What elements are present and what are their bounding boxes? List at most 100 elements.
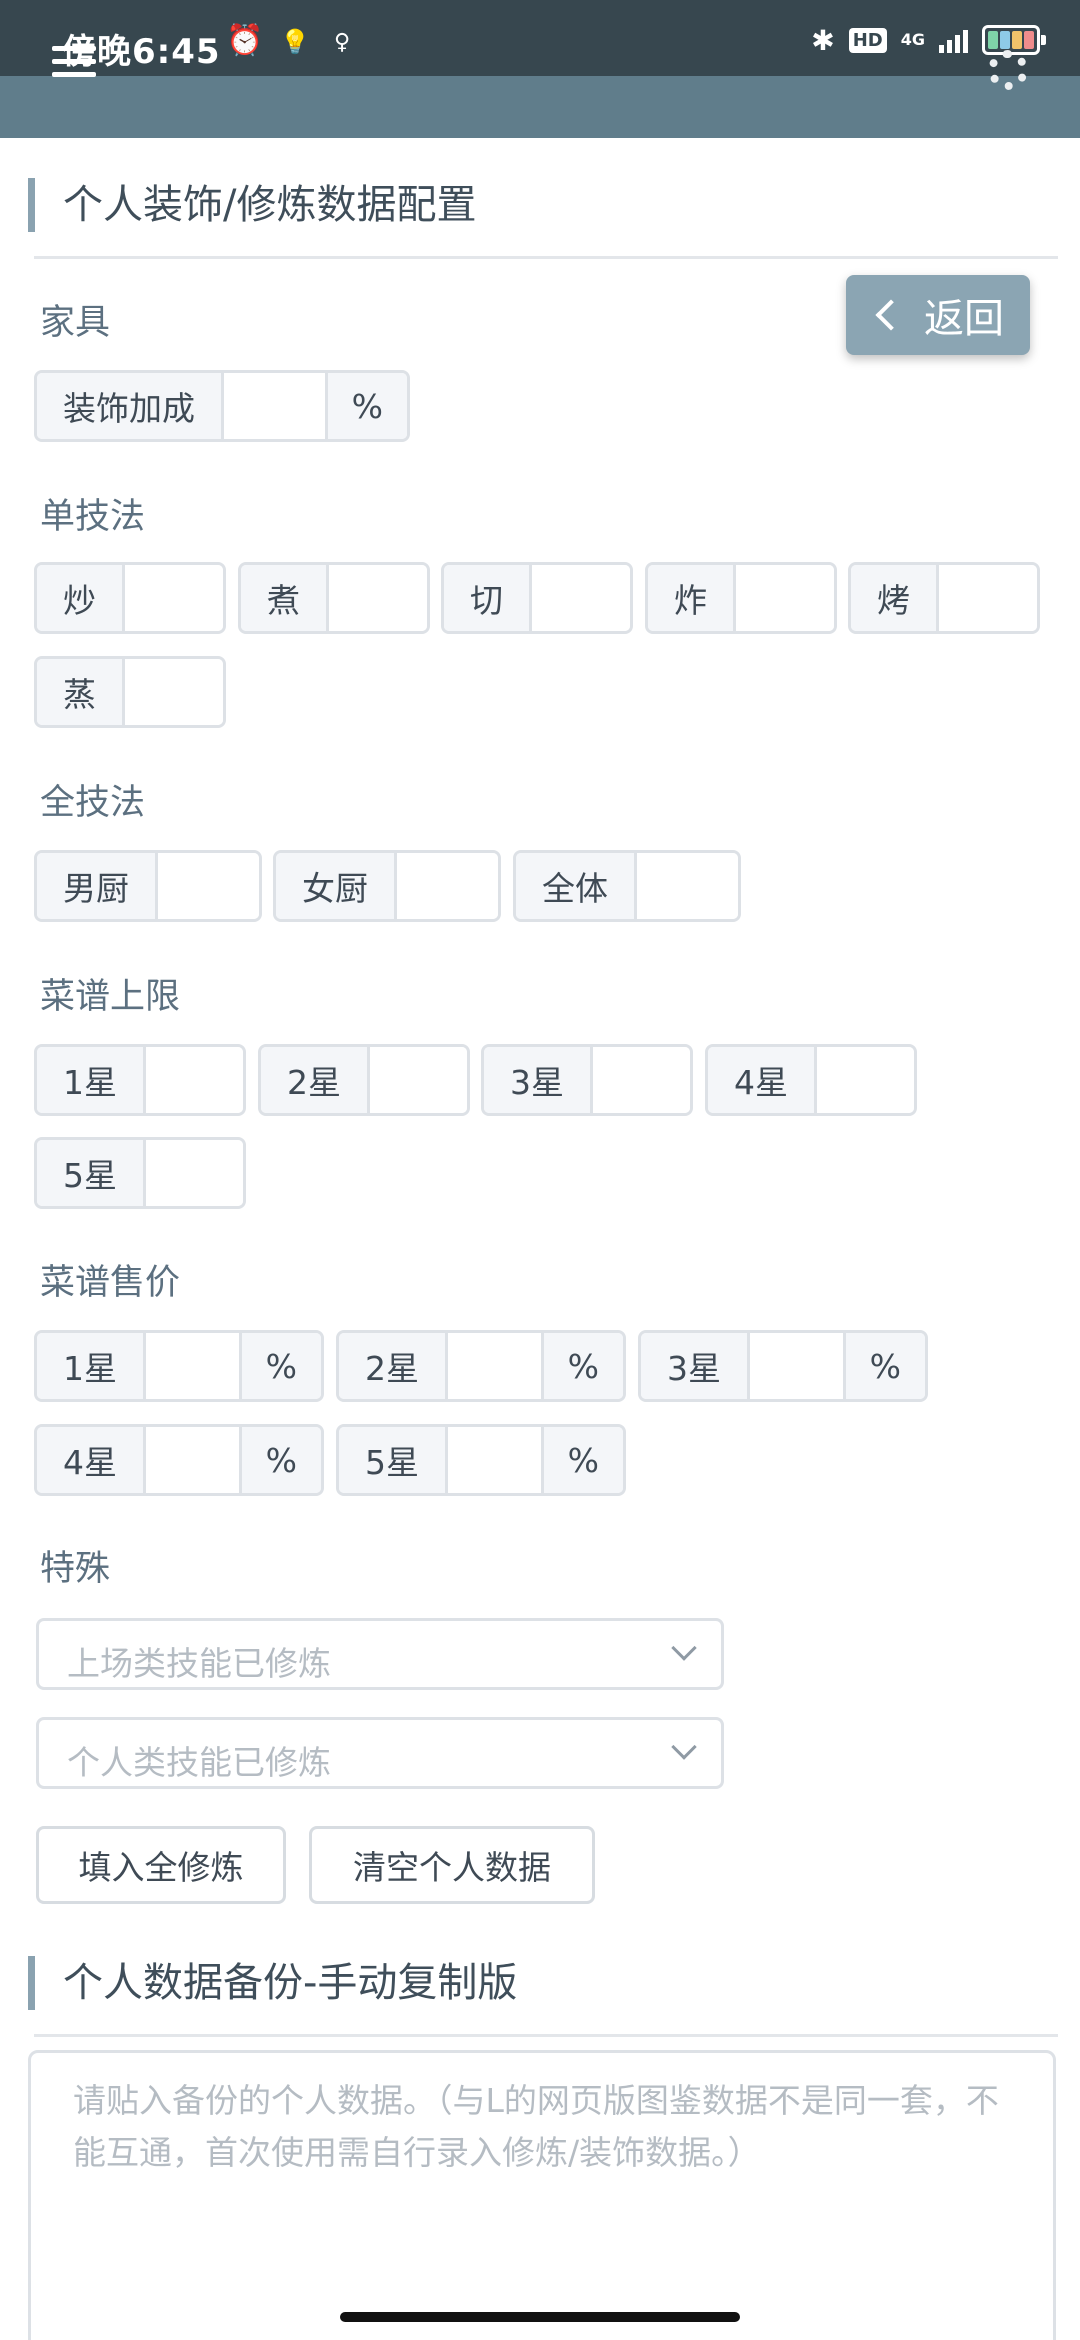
signal-icon [939,27,968,53]
addon-label: 全体 [516,853,637,919]
select-personal-skills[interactable]: 个人类技能已修炼 [36,1717,724,1789]
price-3star-input[interactable] [750,1333,843,1399]
addon-label: 2星 [339,1333,448,1399]
label-all-skill: 全技法 [40,783,146,823]
input-group-deep-fry: 炸 [645,562,837,634]
network-type: 4G [900,30,925,49]
addon-label: 炸 [648,565,736,631]
addon-label: 女厨 [276,853,397,919]
label-single-skill: 单技法 [40,497,146,537]
roast-input[interactable] [939,565,1037,631]
price-1star-input[interactable] [146,1333,239,1399]
hd-badge: HD [848,27,887,53]
limit-5star-input[interactable] [146,1140,243,1206]
status-bar: 傍晚6:45 ⏰ 💡 ♀ ✱ HD 4G [0,0,1080,76]
input-group-price-2star: 2星 % [336,1330,626,1402]
menu-icon[interactable] [52,46,96,82]
cut-input[interactable] [532,565,630,631]
input-group-decoration-bonus: 装饰加成 % [34,370,410,442]
label-special: 特殊 [40,1549,111,1589]
section-divider [34,256,1058,259]
addon-label: 1星 [37,1047,146,1113]
addon-label: 4星 [708,1047,817,1113]
stir-fry-input[interactable] [125,565,223,631]
input-group-price-5star: 5星 % [336,1424,626,1496]
addon-suffix: % [540,1427,623,1493]
addon-label: 3星 [484,1047,593,1113]
textarea-placeholder: 请贴入备份的个人数据。（与L的网页版图鉴数据不是同一套，不能互通，首次使用需自行… [73,2081,999,2172]
addon-label: 4星 [37,1427,146,1493]
addon-label: 装饰加成 [37,373,224,439]
addon-label: 切 [444,565,532,631]
input-group-price-3star: 3星 % [638,1330,928,1402]
input-group-limit-2star: 2星 [258,1044,470,1116]
select-onstage-skills[interactable]: 上场类技能已修炼 [36,1618,724,1690]
back-button-label: 返回 [924,296,1004,342]
label-recipe-price: 菜谱售价 [40,1263,181,1303]
section-title-backup: 个人数据备份-手动复制版 [28,1956,517,2010]
app-bar [0,46,1080,138]
boil-input[interactable] [329,565,427,631]
input-group-price-1star: 1星 % [34,1330,324,1402]
addon-suffix: % [238,1333,321,1399]
steam-input[interactable] [125,659,223,725]
addon-label: 1星 [37,1333,146,1399]
addon-label: 男厨 [37,853,158,919]
input-group-limit-3star: 3星 [481,1044,693,1116]
addon-suffix: % [324,373,407,439]
fill-all-button[interactable]: 填入全修炼 [36,1826,286,1904]
all-chefs-input[interactable] [637,853,738,919]
price-4star-input[interactable] [146,1427,239,1493]
select-placeholder: 上场类技能已修炼 [67,1644,331,1683]
addon-label: 蒸 [37,659,125,725]
alarm-icon: ⏰ [226,23,264,58]
addon-label: 2星 [261,1047,370,1113]
label-furniture: 家具 [40,303,111,343]
addon-suffix: % [540,1333,623,1399]
addon-label: 5星 [37,1140,146,1206]
input-group-limit-5star: 5星 [34,1137,246,1209]
addon-suffix: % [238,1427,321,1493]
addon-label: 3星 [641,1333,750,1399]
deep-fry-input[interactable] [736,565,834,631]
input-group-male-chef: 男厨 [34,850,262,922]
select-placeholder: 个人类技能已修炼 [67,1743,331,1782]
input-group-boil: 煮 [238,562,430,634]
limit-4star-input[interactable] [817,1047,914,1113]
home-indicator[interactable] [340,2312,740,2322]
input-group-limit-4star: 4星 [705,1044,917,1116]
label-recipe-limit: 菜谱上限 [40,977,181,1017]
limit-2star-input[interactable] [370,1047,467,1113]
addon-label: 炒 [37,565,125,631]
input-group-steam: 蒸 [34,656,226,728]
section-title-config: 个人装饰/修炼数据配置 [28,178,476,232]
limit-1star-input[interactable] [146,1047,243,1113]
input-group-female-chef: 女厨 [273,850,501,922]
bulb-icon: 💡 [280,28,310,56]
bluetooth-icon: ✱ [811,23,835,57]
chevron-down-icon [671,1635,697,1661]
addon-label: 烤 [851,565,939,631]
addon-label: 5星 [339,1427,448,1493]
price-5star-input[interactable] [448,1427,541,1493]
clear-data-button[interactable]: 清空个人数据 [309,1826,595,1904]
addon-label: 煮 [241,565,329,631]
decoration-bonus-input[interactable] [224,373,325,439]
input-group-stir-fry: 炒 [34,562,226,634]
backup-textarea[interactable]: 请贴入备份的个人数据。（与L的网页版图鉴数据不是同一套，不能互通，首次使用需自行… [28,2050,1056,2340]
input-group-cut: 切 [441,562,633,634]
chevron-left-icon [875,299,907,331]
gear-icon[interactable] [988,50,1028,90]
input-group-limit-1star: 1星 [34,1044,246,1116]
male-chef-input[interactable] [158,853,259,919]
addon-suffix: % [842,1333,925,1399]
bulb-outline-icon: ♀ [334,30,351,55]
female-chef-input[interactable] [397,853,498,919]
price-2star-input[interactable] [448,1333,541,1399]
input-group-roast: 烤 [848,562,1040,634]
section-divider [34,2034,1058,2037]
back-button[interactable]: 返回 [846,275,1030,355]
input-group-price-4star: 4星 % [34,1424,324,1496]
input-group-all-chefs: 全体 [513,850,741,922]
limit-3star-input[interactable] [593,1047,690,1113]
